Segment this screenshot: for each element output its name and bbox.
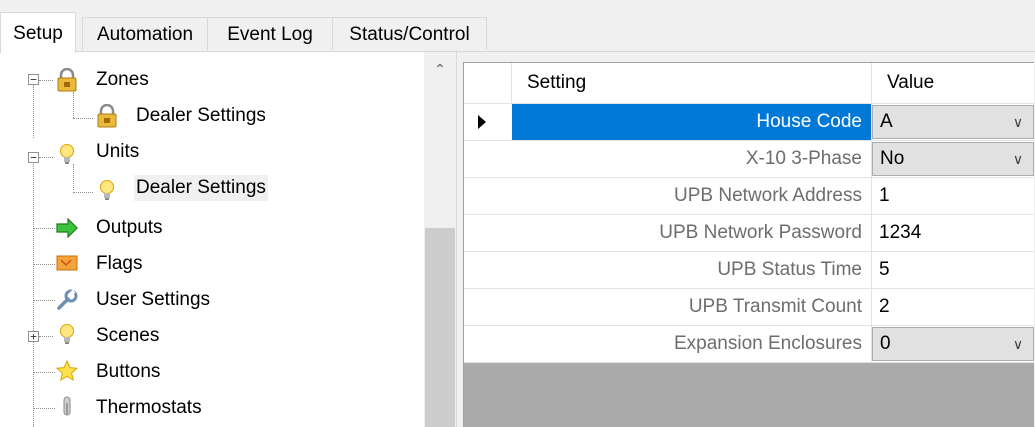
lock-icon bbox=[97, 104, 117, 128]
tab-label: Event Log bbox=[227, 24, 313, 45]
tree-line bbox=[39, 80, 53, 81]
tab-label: Status/Control bbox=[349, 24, 470, 45]
tree-item-zones[interactable]: − Zones bbox=[0, 62, 430, 98]
tree-item-buttons[interactable]: Buttons bbox=[0, 354, 430, 390]
setting-cell[interactable]: UPB Network Password bbox=[512, 215, 872, 251]
tree-line bbox=[39, 336, 53, 337]
row-header[interactable] bbox=[464, 215, 513, 251]
tree-item-label: Units bbox=[96, 141, 140, 162]
tree-scrollbar[interactable]: ⌃ bbox=[424, 52, 456, 427]
chevron-down-icon[interactable]: ∨ bbox=[1003, 143, 1033, 175]
tree-item-label: Zones bbox=[96, 69, 149, 90]
thermometer-icon bbox=[63, 396, 71, 416]
value-text: 0 bbox=[880, 333, 891, 354]
grid-row-house-code[interactable]: House Code A ∨ bbox=[464, 104, 1034, 141]
grid-row-upb-status-time[interactable]: UPB Status Time 5 bbox=[464, 252, 1034, 289]
tree-line bbox=[73, 118, 93, 119]
tree-item-units[interactable]: − Units bbox=[0, 134, 430, 170]
lock-icon bbox=[57, 68, 77, 92]
grid-row-upb-transmit-count[interactable]: UPB Transmit Count 2 bbox=[464, 289, 1034, 326]
value-combobox[interactable]: 0 ∨ bbox=[872, 327, 1034, 361]
value-combobox[interactable]: No ∨ bbox=[872, 142, 1034, 176]
value-cell[interactable]: 2 bbox=[872, 289, 1034, 325]
value-cell[interactable]: 1 bbox=[872, 178, 1034, 214]
grid-row-x10-3-phase[interactable]: X-10 3-Phase No ∨ bbox=[464, 141, 1034, 178]
star-icon bbox=[55, 359, 79, 382]
tab-status-control[interactable]: Status/Control bbox=[332, 17, 487, 50]
tree-item-outputs[interactable]: Outputs bbox=[0, 210, 430, 246]
value-cell[interactable]: 5 bbox=[872, 252, 1034, 288]
tree-item-label: Thermostats bbox=[96, 397, 202, 418]
lightbulb-icon bbox=[100, 180, 114, 200]
current-row-pointer-icon bbox=[478, 115, 486, 129]
tree-item-units-dealer-settings[interactable]: Dealer Settings bbox=[0, 170, 430, 206]
setting-cell[interactable]: UPB Status Time bbox=[512, 252, 872, 288]
tree-item-label: Scenes bbox=[96, 325, 160, 346]
scroll-up-icon[interactable]: ⌃ bbox=[424, 52, 456, 86]
tree-item-user-settings[interactable]: User Settings bbox=[0, 282, 430, 318]
flag-icon bbox=[56, 255, 78, 271]
row-header[interactable] bbox=[464, 104, 513, 140]
row-header-corner bbox=[464, 63, 512, 103]
tree-item-label: Dealer Settings bbox=[134, 175, 268, 201]
setting-cell[interactable]: UPB Transmit Count bbox=[512, 289, 872, 325]
column-header-value[interactable]: Value bbox=[872, 63, 1034, 103]
grid-header: Setting Value bbox=[464, 63, 1034, 104]
grid-row-expansion-enclosures[interactable]: Expansion Enclosures 0 ∨ bbox=[464, 326, 1034, 363]
scroll-thumb[interactable] bbox=[425, 228, 455, 427]
setting-cell[interactable]: House Code bbox=[512, 104, 872, 140]
column-header-label: Value bbox=[887, 72, 935, 93]
tree-item-zones-dealer-settings[interactable]: Dealer Settings bbox=[0, 98, 430, 134]
value-text: A bbox=[880, 111, 893, 132]
tab-setup[interactable]: Setup bbox=[0, 12, 76, 53]
tree-line bbox=[33, 408, 55, 409]
row-header[interactable] bbox=[464, 141, 513, 177]
value-cell[interactable]: 1234 bbox=[872, 215, 1034, 251]
setting-cell[interactable]: Expansion Enclosures bbox=[512, 326, 872, 362]
settings-grid: Setting Value House Code A ∨ X-10 3-Phas… bbox=[463, 62, 1034, 427]
tree-line bbox=[33, 264, 55, 265]
tree-line bbox=[39, 157, 53, 158]
grid-row-upb-network-address[interactable]: UPB Network Address 1 bbox=[464, 178, 1034, 215]
lightbulb-icon bbox=[60, 144, 74, 164]
tab-automation[interactable]: Automation bbox=[82, 17, 208, 50]
column-header-setting[interactable]: Setting bbox=[512, 63, 872, 103]
arrow-right-icon bbox=[56, 217, 78, 239]
tree-item-label: Dealer Settings bbox=[136, 105, 266, 126]
tree-item-label: Flags bbox=[96, 253, 143, 274]
tree-line bbox=[73, 192, 93, 193]
row-header[interactable] bbox=[464, 252, 513, 288]
wrench-icon bbox=[57, 289, 78, 310]
settings-tree: − Zones Dealer Settings − Units Dealer S… bbox=[0, 52, 460, 427]
value-combobox[interactable]: A ∨ bbox=[872, 105, 1034, 139]
grid-row-upb-network-password[interactable]: UPB Network Password 1234 bbox=[464, 215, 1034, 252]
tab-event-log[interactable]: Event Log bbox=[207, 17, 333, 50]
app-window: Setup Automation Event Log Status/Contro… bbox=[0, 0, 1035, 427]
setting-cell[interactable]: UPB Network Address bbox=[512, 178, 872, 214]
tree-line bbox=[33, 228, 55, 229]
collapse-icon[interactable]: − bbox=[28, 152, 39, 163]
tree-item-scenes[interactable]: + Scenes bbox=[0, 318, 430, 354]
row-header[interactable] bbox=[464, 289, 513, 325]
tree-item-flags[interactable]: Flags bbox=[0, 246, 430, 282]
expand-icon[interactable]: + bbox=[28, 331, 39, 342]
value-text: No bbox=[880, 148, 905, 169]
lightbulb-icon bbox=[60, 324, 74, 344]
column-header-label: Setting bbox=[527, 72, 587, 93]
tree-line bbox=[33, 300, 55, 301]
chevron-down-icon[interactable]: ∨ bbox=[1003, 106, 1033, 138]
tree-item-label: Outputs bbox=[96, 217, 163, 238]
tree-item-thermostats[interactable]: Thermostats bbox=[0, 390, 430, 426]
tab-strip: Setup Automation Event Log Status/Contro… bbox=[0, 0, 1035, 53]
tab-label: Setup bbox=[13, 23, 63, 44]
chevron-down-icon[interactable]: ∨ bbox=[1003, 328, 1033, 360]
tab-label: Automation bbox=[96, 24, 194, 45]
tree-item-label: Buttons bbox=[96, 361, 161, 382]
collapse-icon[interactable]: − bbox=[28, 74, 39, 85]
row-header[interactable] bbox=[464, 178, 513, 214]
row-header[interactable] bbox=[464, 326, 513, 362]
setting-cell[interactable]: X-10 3-Phase bbox=[512, 141, 872, 177]
tree-line bbox=[33, 372, 55, 373]
tree-item-label: User Settings bbox=[96, 289, 211, 310]
